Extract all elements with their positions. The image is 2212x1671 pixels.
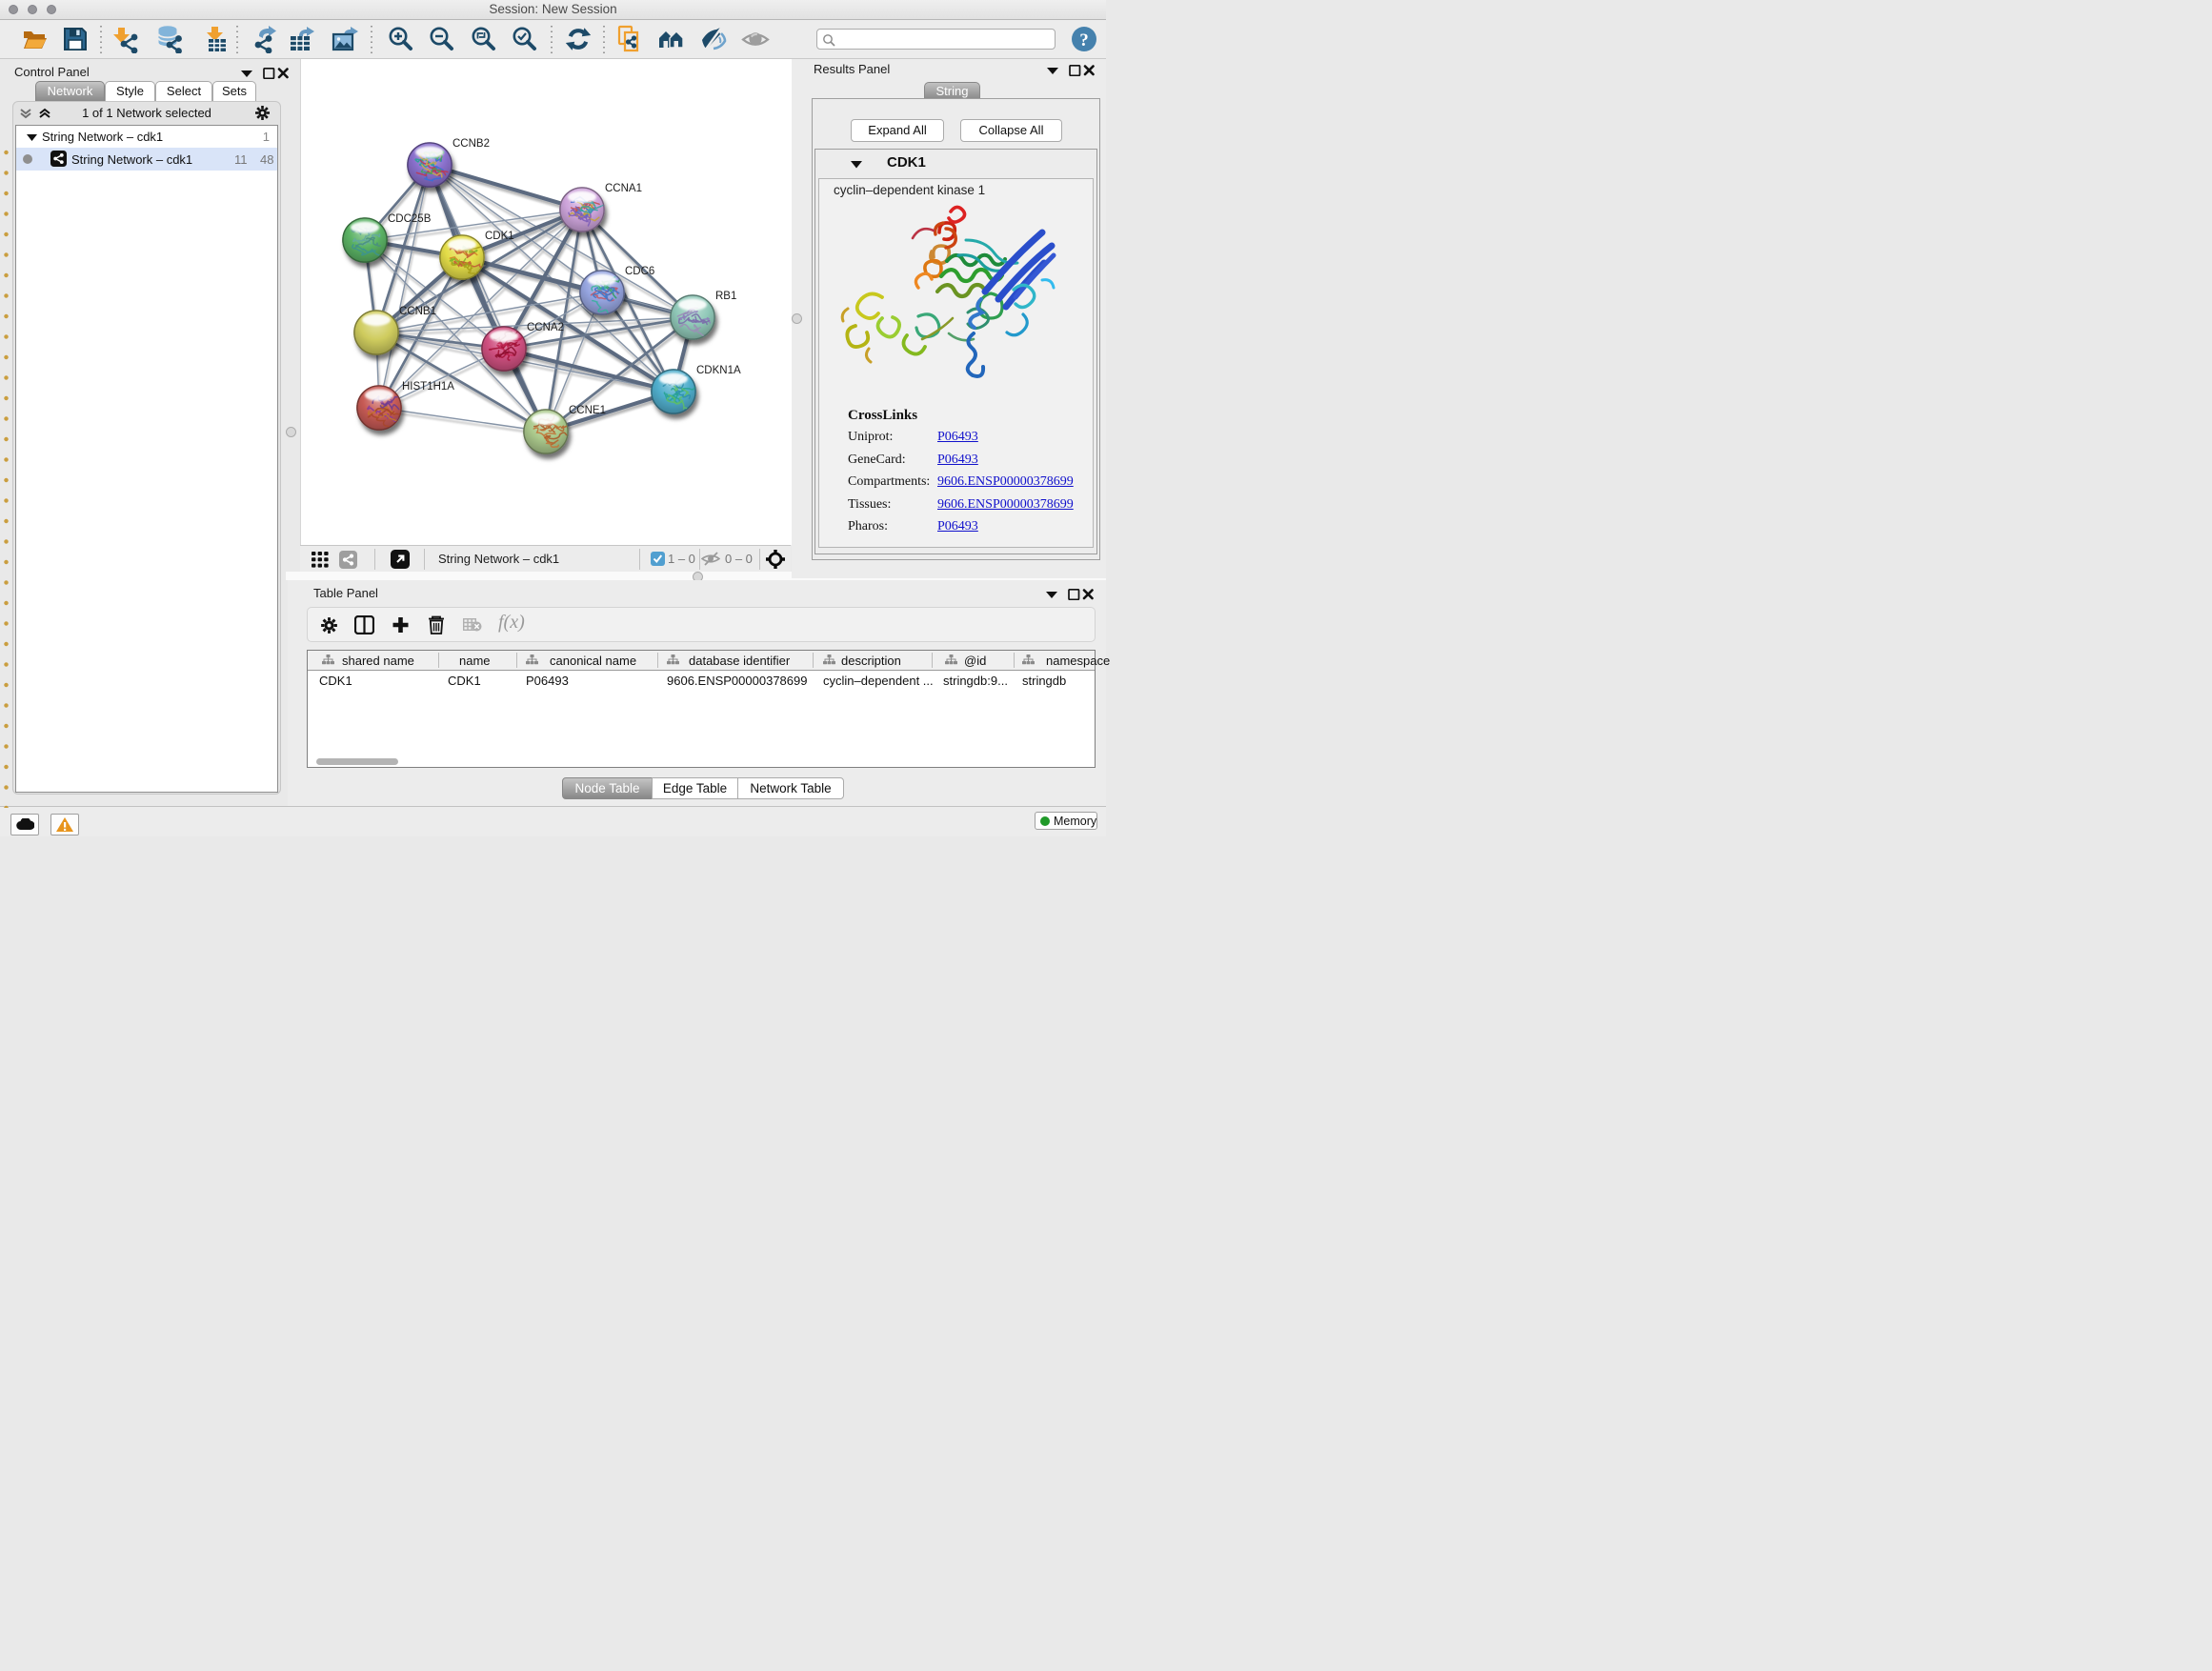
svg-text:CDC25B: CDC25B xyxy=(388,213,432,225)
svg-text:HIST1H1A: HIST1H1A xyxy=(402,381,454,393)
svg-text:CDC6: CDC6 xyxy=(625,266,654,277)
svg-text:CCNB1: CCNB1 xyxy=(399,306,436,317)
svg-text:CCNB2: CCNB2 xyxy=(452,138,490,150)
svg-text:RB1: RB1 xyxy=(715,291,736,302)
svg-text:CDK1: CDK1 xyxy=(485,231,514,242)
svg-text:CCNE1: CCNE1 xyxy=(569,405,606,416)
svg-text:?: ? xyxy=(1079,30,1089,50)
svg-text:CDKN1A: CDKN1A xyxy=(696,365,741,376)
svg-text:CCNA2: CCNA2 xyxy=(527,322,564,333)
svg-text:CCNA1: CCNA1 xyxy=(605,183,642,194)
